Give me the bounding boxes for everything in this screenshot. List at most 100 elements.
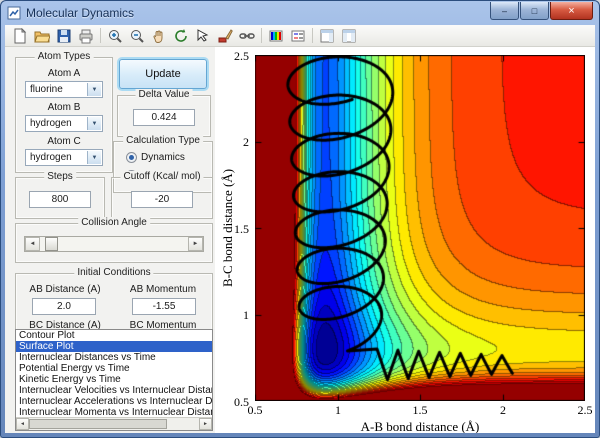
collision-angle-slider[interactable]: ◄ ► (24, 236, 204, 252)
steps-group: Steps 800 (15, 171, 105, 219)
scrollbar-thumb[interactable] (29, 419, 167, 429)
y-tick-label: 2 (243, 135, 249, 149)
list-item[interactable]: Contour Plot (16, 330, 212, 341)
plot-type-listbox[interactable]: Contour Plot Surface Plot Internuclear D… (15, 329, 213, 431)
y-tick-label: 2.5 (234, 49, 249, 63)
data-cursor-icon (197, 28, 209, 42)
plot-area: 2.5 2 1.5 1 0.5 0.5 1 1.5 2 2.5 A-B bond… (215, 47, 595, 433)
save-figure-button[interactable] (53, 26, 75, 45)
x-tick-label: 2.5 (577, 403, 593, 417)
rotate-3d-icon (175, 28, 187, 42)
zoom-out-button[interactable] (126, 26, 148, 45)
atom-types-group: Atom Types Atom A fluorine ▼ Atom B hydr… (15, 51, 113, 173)
toolbar-separator (312, 28, 313, 43)
client-area: Atom Types Atom A fluorine ▼ Atom B hydr… (5, 25, 595, 433)
group-title: Collision Angle (78, 217, 150, 228)
insert-colorbar-button[interactable] (265, 26, 287, 45)
scroll-left-arrow-icon[interactable]: ◄ (16, 418, 29, 430)
update-button[interactable]: Update (119, 59, 207, 89)
new-figure-icon (14, 27, 27, 43)
new-figure-button[interactable] (9, 26, 31, 45)
list-item-selected[interactable]: Surface Plot (16, 341, 212, 352)
rotate-3d-button[interactable] (170, 26, 192, 45)
brush-icon (218, 28, 233, 42)
group-title: Atom Types (34, 51, 94, 62)
open-folder-icon (34, 31, 50, 42)
collision-angle-group: Collision Angle ◄ ► (15, 217, 213, 263)
hide-plot-tools-button[interactable] (316, 26, 338, 45)
chevron-down-icon[interactable]: ▼ (87, 83, 101, 96)
slider-thumb[interactable] (45, 237, 58, 251)
group-title: Calculation Type (123, 135, 203, 146)
show-plot-tools-icon (342, 29, 356, 42)
brush-data-button[interactable] (214, 26, 236, 45)
horizontal-scrollbar[interactable]: ◄ ► (16, 417, 212, 430)
open-file-button[interactable] (31, 26, 53, 45)
toolbar-separator (100, 28, 101, 43)
ab-momentum-label: AB Momentum (129, 284, 197, 295)
atom-b-value: hydrogen (30, 118, 72, 129)
cutoff-field[interactable]: -20 (131, 191, 193, 208)
pes-canvas[interactable] (255, 55, 585, 401)
close-button[interactable]: × (550, 2, 593, 20)
molecular-dynamics-window: Molecular Dynamics – □ × Atom Types Atom… (0, 0, 600, 438)
zoom-in-icon (109, 29, 122, 43)
control-panel: Atom Types Atom A fluorine ▼ Atom B hydr… (9, 51, 215, 431)
list-item[interactable]: Kinetic Energy vs Time (16, 374, 212, 385)
group-title: Initial Conditions (74, 267, 154, 278)
save-icon (57, 29, 71, 42)
app-icon (7, 6, 21, 20)
x-tick-label: 1 (335, 403, 341, 417)
pan-button[interactable] (148, 26, 170, 45)
insert-legend-button[interactable] (287, 26, 309, 45)
atom-a-value: fluorine (30, 84, 63, 95)
zoom-out-icon (131, 29, 144, 43)
group-title: Delta Value (135, 89, 193, 100)
dynamics-radio-row[interactable]: Dynamics (126, 152, 185, 163)
atom-a-dropdown[interactable]: fluorine ▼ (25, 81, 103, 98)
list-item[interactable]: Potential Energy vs Time (16, 363, 212, 374)
pan-hand-icon (153, 30, 163, 43)
atom-c-label: Atom C (47, 136, 81, 147)
zoom-in-button[interactable] (104, 26, 126, 45)
atom-b-label: Atom B (47, 102, 81, 113)
link-plot-button[interactable] (236, 26, 258, 45)
hide-plot-tools-icon (320, 29, 334, 42)
scroll-right-arrow-icon[interactable]: ► (199, 418, 212, 430)
list-item[interactable]: Internuclear Distances vs Time (16, 352, 212, 363)
radio-selected-icon[interactable] (126, 152, 137, 163)
link-icon (239, 32, 255, 39)
minimize-button[interactable]: – (490, 2, 519, 20)
delta-value-field[interactable]: 0.424 (133, 109, 195, 126)
slider-left-arrow-icon[interactable]: ◄ (25, 237, 40, 251)
atom-c-dropdown[interactable]: hydrogen ▼ (25, 149, 103, 166)
colorbar-icon (269, 30, 283, 41)
data-cursor-button[interactable] (192, 26, 214, 45)
chevron-down-icon[interactable]: ▼ (87, 151, 101, 164)
slider-right-arrow-icon[interactable]: ► (188, 237, 203, 251)
atom-c-value: hydrogen (30, 152, 72, 163)
x-tick-label: 2 (500, 403, 506, 417)
group-title: Steps (44, 171, 76, 182)
ab-distance-field[interactable]: 2.0 (32, 298, 96, 315)
list-item[interactable]: Internuclear Velocities vs Internuclear … (16, 385, 212, 396)
group-title: Cutoff (Kcal/ mol) (120, 171, 204, 182)
x-axis-label: A-B bond distance (Å) (360, 419, 480, 433)
cutoff-group: Cutoff (Kcal/ mol) -20 (111, 171, 213, 219)
list-item[interactable]: Internuclear Accelerations vs Internucle… (16, 396, 212, 407)
x-tick-label: 0.5 (247, 403, 263, 417)
content-area: Atom Types Atom A fluorine ▼ Atom B hydr… (5, 47, 595, 433)
atom-b-dropdown[interactable]: hydrogen ▼ (25, 115, 103, 132)
delta-value-group: Delta Value 0.424 (117, 89, 211, 137)
atom-a-label: Atom A (47, 68, 81, 79)
x-tick-label: 1.5 (412, 403, 428, 417)
ab-momentum-field[interactable]: -1.55 (132, 298, 196, 315)
figure-toolbar (5, 25, 595, 47)
print-figure-button[interactable] (75, 26, 97, 45)
chevron-down-icon[interactable]: ▼ (87, 117, 101, 130)
maximize-button[interactable]: □ (520, 2, 549, 20)
titlebar[interactable]: Molecular Dynamics – □ × (1, 1, 599, 25)
steps-field[interactable]: 800 (29, 191, 91, 208)
dynamics-radio-label: Dynamics (141, 152, 185, 163)
show-plot-tools-button[interactable] (338, 26, 360, 45)
